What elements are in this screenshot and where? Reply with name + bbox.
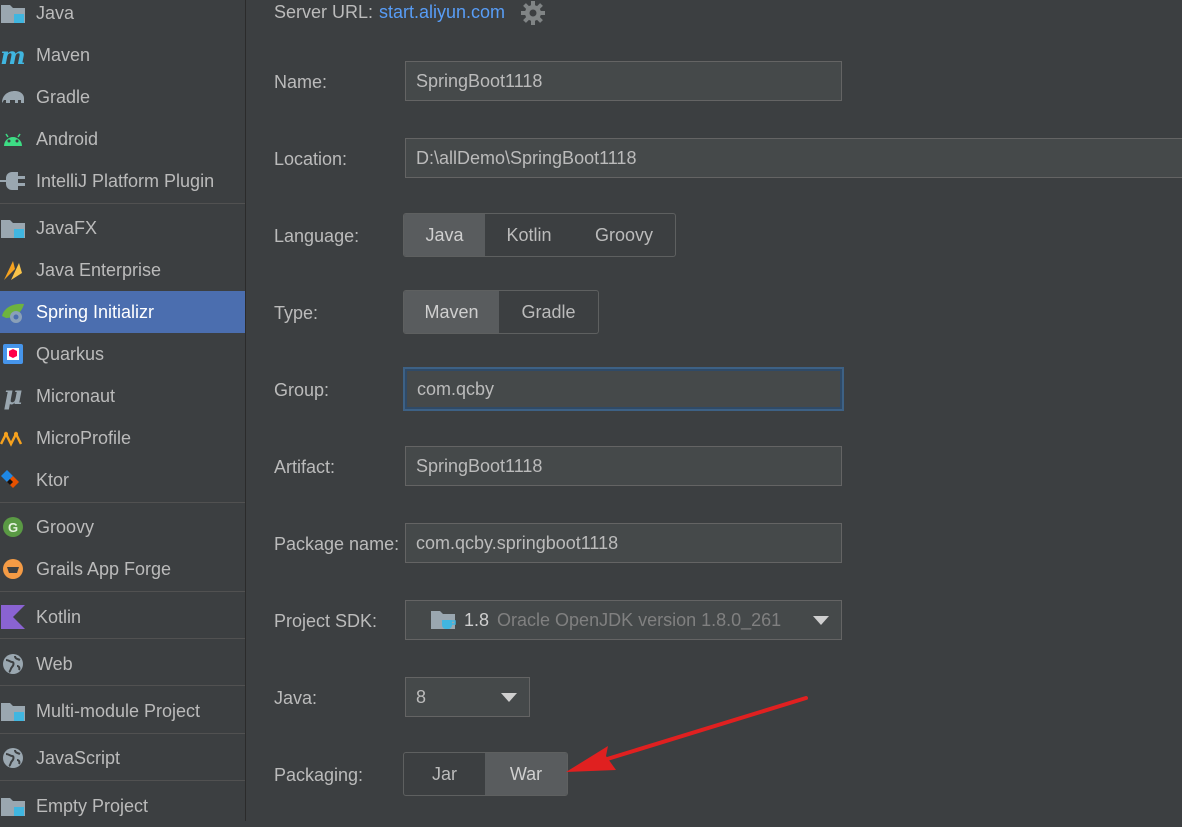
sidebar-separator bbox=[0, 780, 245, 781]
sidebar-item-web[interactable]: Web bbox=[0, 643, 245, 685]
sidebar-item-label: Web bbox=[36, 653, 73, 674]
sidebar-item-ktor[interactable]: Ktor bbox=[0, 459, 245, 501]
sidebar-separator bbox=[0, 733, 245, 734]
sidebar-item-label: Kotlin bbox=[36, 606, 82, 627]
sidebar-separator bbox=[0, 203, 245, 204]
sidebar-item-java[interactable]: Java bbox=[0, 0, 245, 34]
sidebar-item-android[interactable]: Android bbox=[0, 118, 245, 160]
sidebar-item-quarkus[interactable]: Quarkus bbox=[0, 333, 245, 375]
sidebar-item-label: Ktor bbox=[36, 469, 70, 490]
sidebar-separator bbox=[0, 591, 245, 592]
sidebar-separator bbox=[0, 502, 245, 503]
microprofile-icon bbox=[0, 425, 26, 451]
project-settings-form: Server URL: start.aliyun.com Name: Sprin… bbox=[246, 0, 1182, 821]
quarkus-icon bbox=[0, 341, 26, 367]
plugin-icon bbox=[0, 168, 26, 194]
sidebar-item-label: Spring Initializr bbox=[36, 301, 155, 322]
sidebar-item-label: Grails App Forge bbox=[36, 558, 172, 579]
folder-icon bbox=[0, 215, 26, 241]
sidebar-separator bbox=[0, 638, 245, 639]
sidebar-item-label: Groovy bbox=[36, 516, 95, 537]
project-type-sidebar: Java m Maven Gradle Android IntelliJ Pla… bbox=[0, 0, 246, 821]
sidebar-item-gradle[interactable]: Gradle bbox=[0, 76, 245, 118]
sidebar-item-label: Quarkus bbox=[36, 343, 105, 364]
sidebar-item-label: MicroProfile bbox=[36, 427, 132, 448]
sidebar-item-grails-app-forge[interactable]: Grails App Forge bbox=[0, 548, 245, 590]
ktor-icon bbox=[0, 467, 26, 493]
globe-icon bbox=[0, 651, 26, 677]
svg-text:G: G bbox=[8, 520, 18, 535]
gradle-elephant-icon bbox=[0, 84, 26, 110]
sidebar-item-kotlin[interactable]: Kotlin bbox=[0, 596, 245, 638]
sidebar-item-label: Java bbox=[36, 2, 75, 23]
grails-icon bbox=[0, 556, 26, 582]
maven-icon: m bbox=[0, 40, 26, 70]
groovy-icon: G bbox=[0, 514, 26, 540]
sidebar-item-java-enterprise[interactable]: Java Enterprise bbox=[0, 249, 245, 291]
globe-icon bbox=[0, 745, 26, 771]
sidebar-item-label: IntelliJ Platform Plugin bbox=[36, 170, 215, 191]
sidebar-item-javascript[interactable]: JavaScript bbox=[0, 737, 245, 779]
sidebar-item-intellij-platform-plugin[interactable]: IntelliJ Platform Plugin bbox=[0, 160, 245, 202]
folder-icon bbox=[0, 0, 26, 26]
folder-icon bbox=[0, 793, 26, 819]
sidebar-item-label: Gradle bbox=[36, 86, 91, 107]
sidebar-item-micronaut[interactable]: μ Micronaut bbox=[0, 375, 245, 417]
kotlin-icon bbox=[0, 604, 26, 630]
sidebar-item-spring-initializr[interactable]: Spring Initializr bbox=[0, 291, 245, 333]
sidebar-item-label: JavaScript bbox=[36, 747, 121, 768]
sidebar-item-multi-module-project[interactable]: Multi-module Project bbox=[0, 690, 245, 732]
sidebar-item-label: JavaFX bbox=[36, 217, 98, 238]
sidebar-item-maven[interactable]: m Maven bbox=[0, 34, 245, 76]
sidebar-separator bbox=[0, 685, 245, 686]
sidebar-item-label: Android bbox=[36, 128, 99, 149]
sidebar-item-label: Empty Project bbox=[36, 795, 149, 816]
sidebar-item-label: Java Enterprise bbox=[36, 259, 162, 280]
annotation-arrow bbox=[566, 696, 808, 772]
sidebar-item-groovy[interactable]: G Groovy bbox=[0, 506, 245, 548]
micronaut-icon: μ bbox=[3, 381, 23, 411]
android-icon bbox=[0, 126, 26, 152]
sidebar-item-label: Multi-module Project bbox=[36, 700, 201, 721]
spring-initializr-icon bbox=[0, 299, 26, 325]
sidebar-item-microprofile[interactable]: MicroProfile bbox=[0, 417, 245, 459]
sidebar-item-javafx[interactable]: JavaFX bbox=[0, 207, 245, 249]
sidebar-item-label: Maven bbox=[36, 44, 91, 65]
sidebar-item-label: Micronaut bbox=[36, 385, 116, 406]
folder-icon bbox=[0, 698, 26, 724]
java-enterprise-icon bbox=[0, 257, 26, 283]
